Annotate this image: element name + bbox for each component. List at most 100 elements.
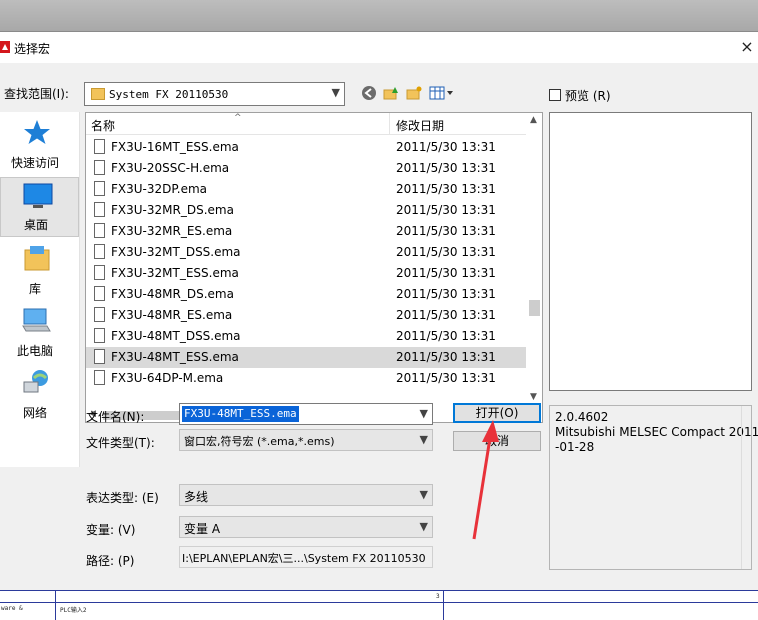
file-icon — [94, 265, 105, 280]
look-in-value: System FX 20110530 — [109, 88, 229, 101]
filename-input[interactable]: FX3U-48MT_ESS.ema ▼ — [179, 403, 433, 425]
computer-icon — [22, 308, 51, 332]
file-row[interactable]: FX3U-32MT_DSS.ema 2011/5/30 13:31 — [86, 242, 526, 263]
preview-label: 预览 (R) — [565, 89, 611, 103]
new-folder-icon[interactable] — [405, 85, 423, 103]
file-date: 2011/5/30 13:31 — [396, 140, 496, 154]
file-icon — [94, 160, 105, 175]
file-row[interactable]: FX3U-48MR_DS.ema 2011/5/30 13:31 — [86, 284, 526, 305]
file-date: 2011/5/30 13:31 — [396, 308, 496, 322]
info-line-version: 2.0.4602 — [555, 410, 609, 424]
info-scrollbar[interactable] — [741, 406, 751, 569]
representation-select[interactable]: 多线 ▼ — [179, 484, 433, 506]
filetype-label: 文件类型(T): — [86, 436, 155, 450]
variant-value: 变量 A — [184, 522, 221, 536]
file-icon — [94, 328, 105, 343]
file-date: 2011/5/30 13:31 — [396, 329, 496, 343]
library-icon — [24, 246, 50, 271]
place-quick-access[interactable]: 快速访问 — [0, 116, 79, 176]
file-icon — [94, 202, 105, 217]
file-row[interactable]: FX3U-32MR_DS.ema 2011/5/30 13:31 — [86, 200, 526, 221]
vertical-scroll-thumb[interactable] — [529, 300, 540, 316]
file-row[interactable]: FX3U-48MT_DSS.ema 2011/5/30 13:31 — [86, 326, 526, 347]
info-line-date: -01-28 — [555, 440, 595, 454]
file-name: FX3U-48MT_DSS.ema — [111, 329, 241, 343]
file-row[interactable]: FX3U-64DP-M.ema 2011/5/30 13:31 — [86, 368, 526, 389]
file-date: 2011/5/30 13:31 — [396, 161, 496, 175]
place-label-this-pc: 此电脑 — [16, 344, 53, 358]
file-icon — [94, 139, 105, 154]
info-line-description: Mitsubishi MELSEC Compact 2011 — [555, 425, 758, 439]
filetype-select[interactable]: 窗口宏,符号宏 (*.ema,*.ems) ▼ — [179, 429, 433, 451]
file-icon — [94, 244, 105, 259]
dialog-titlebar: 选择宏 × — [0, 32, 758, 63]
file-row[interactable]: FX3U-16MT_ESS.ema 2011/5/30 13:31 — [86, 137, 526, 158]
back-icon[interactable] — [360, 85, 378, 103]
filename-label: 文件名(N): — [86, 410, 145, 424]
file-name: FX3U-16MT_ESS.ema — [111, 140, 239, 154]
place-label-network: 网络 — [22, 406, 47, 420]
file-icon — [94, 223, 105, 238]
representation-value: 多线 — [184, 490, 209, 504]
place-label-desktop: 桌面 — [23, 218, 48, 232]
place-this-pc[interactable]: 此电脑 — [0, 304, 79, 364]
eplan-app-icon — [0, 41, 10, 53]
file-name: FX3U-48MR_ES.ema — [111, 308, 233, 322]
network-icon — [23, 370, 48, 393]
file-name: FX3U-20SSC-H.ema — [111, 161, 230, 175]
scroll-up-icon[interactable]: ▲ — [530, 115, 537, 125]
file-row[interactable]: FX3U-48MT_ESS.ema 2011/5/30 13:31 — [86, 347, 526, 368]
file-icon — [94, 349, 105, 364]
vertical-scrollbar[interactable]: ▲ ▼ — [526, 113, 542, 408]
macro-info-box: 2.0.4602 Mitsubishi MELSEC Compact 2011 … — [549, 405, 758, 570]
desktop-icon — [23, 183, 53, 208]
file-date: 2011/5/30 13:31 — [396, 182, 496, 196]
file-name: FX3U-64DP-M.ema — [111, 371, 224, 385]
chevron-down-icon[interactable]: ▼ — [420, 407, 428, 420]
path-value: I:\EPLAN\EPLAN宏\三...\System FX 20110530 — [182, 552, 426, 565]
file-row[interactable]: FX3U-48MR_ES.ema 2011/5/30 13:31 — [86, 305, 526, 326]
scroll-down-icon[interactable]: ▼ — [530, 392, 537, 402]
checkbox-box[interactable] — [549, 89, 561, 101]
file-date: 2011/5/30 13:31 — [396, 371, 496, 385]
file-row[interactable]: FX3U-20SSC-H.ema 2011/5/30 13:31 — [86, 158, 526, 179]
variant-label: 变量: (V) — [86, 523, 136, 537]
chevron-down-icon[interactable]: ▼ — [420, 433, 428, 446]
path-label: 路径: (P) — [86, 554, 135, 568]
dialog-title: 选择宏 — [14, 42, 51, 56]
file-date: 2011/5/30 13:31 — [396, 350, 496, 364]
file-name: FX3U-32MR_DS.ema — [111, 203, 234, 217]
file-name: FX3U-48MT_ESS.ema — [111, 350, 239, 364]
background-app-strip — [0, 0, 758, 31]
file-date: 2011/5/30 13:31 — [396, 266, 496, 280]
background-corner-text: ware & — [1, 605, 23, 612]
filename-value: FX3U-48MT_ESS.ema — [182, 406, 299, 422]
column-header-name[interactable]: 名称 — [91, 117, 115, 134]
place-label-library: 库 — [28, 282, 41, 296]
file-icon — [94, 181, 105, 196]
file-row[interactable]: FX3U-32DP.ema 2011/5/30 13:31 — [86, 179, 526, 200]
chevron-down-icon[interactable]: ▼ — [420, 488, 428, 501]
look-in-combo[interactable]: System FX 20110530 ▼ — [84, 82, 345, 106]
chevron-down-icon[interactable]: ▼ — [420, 520, 428, 533]
column-header-modified[interactable]: 修改日期 — [396, 117, 444, 134]
star-icon — [24, 120, 50, 144]
view-menu-icon[interactable] — [428, 85, 456, 103]
select-macro-dialog: 选择宏 × 查找范围(I): System FX 20110530 ▼ 预览 (… — [0, 31, 758, 590]
place-label-quick-access: 快速访问 — [10, 156, 59, 170]
representation-label: 表达类型: (E) — [86, 491, 159, 505]
file-row[interactable]: FX3U-32MR_ES.ema 2011/5/30 13:31 — [86, 221, 526, 242]
path-field[interactable]: I:\EPLAN\EPLAN宏\三...\System FX 20110530 — [179, 546, 433, 568]
close-icon[interactable]: × — [736, 36, 758, 58]
place-desktop[interactable]: 桌面 — [0, 177, 79, 237]
up-folder-icon[interactable] — [382, 85, 400, 103]
place-library[interactable]: 库 — [0, 242, 79, 302]
file-row[interactable]: FX3U-32MT_ESS.ema 2011/5/30 13:31 — [86, 263, 526, 284]
variant-select[interactable]: 变量 A ▼ — [179, 516, 433, 538]
filetype-value: 窗口宏,符号宏 (*.ema,*.ems) — [184, 435, 335, 448]
look-in-label: 查找范围(I): — [4, 87, 69, 101]
file-name: FX3U-32DP.ema — [111, 182, 207, 196]
file-list[interactable]: 名称 ^ 修改日期 FX3U-16MT_ESS.ema 2011/5/30 13:… — [85, 112, 543, 423]
place-network[interactable]: 网络 — [0, 366, 79, 426]
chevron-down-icon: ▼ — [331, 86, 340, 99]
